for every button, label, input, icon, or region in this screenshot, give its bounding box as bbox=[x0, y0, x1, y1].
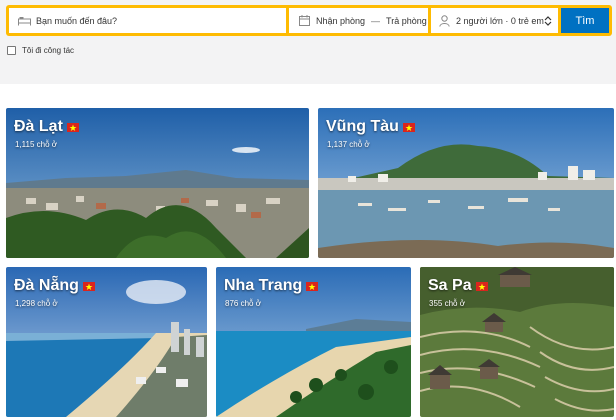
bed-icon bbox=[17, 14, 31, 28]
vietnam-flag-icon bbox=[475, 281, 488, 291]
work-trip-checkbox[interactable] bbox=[7, 46, 16, 55]
search-bar: Bạn muốn đến đâu? Nhận phòng — Trả phòng… bbox=[6, 5, 612, 36]
work-trip-option[interactable]: Tôi đi công tác bbox=[7, 46, 74, 55]
vietnam-flag-icon bbox=[306, 281, 319, 291]
dates-separator: — bbox=[371, 15, 381, 26]
destination-placeholder: Bạn muốn đến đâu? bbox=[36, 15, 118, 26]
guests-field[interactable]: 2 người lớn · 0 trẻ em bbox=[431, 8, 558, 33]
destination-field[interactable]: Bạn muốn đến đâu? bbox=[9, 8, 286, 33]
checkin-label: Nhận phòng bbox=[316, 15, 366, 26]
destination-card-sa-pa[interactable]: Sa Pa 355 chỗ ở bbox=[420, 267, 614, 417]
destination-name: Sa Pa bbox=[428, 277, 488, 295]
property-count: 1,298 chỗ ở bbox=[15, 299, 58, 308]
destination-name: Nha Trang bbox=[224, 277, 319, 295]
calendar-icon bbox=[297, 14, 311, 28]
dates-field[interactable]: Nhận phòng — Trả phòng bbox=[289, 8, 428, 33]
vietnam-flag-icon bbox=[66, 122, 79, 132]
property-count: 1,115 chỗ ở bbox=[15, 140, 58, 149]
destination-card-da-lat[interactable]: Đà Lạt 1,115 chỗ ở bbox=[6, 108, 309, 258]
checkout-label: Trả phòng bbox=[386, 15, 427, 26]
property-count: 355 chỗ ở bbox=[429, 299, 465, 308]
vietnam-flag-icon bbox=[82, 281, 95, 291]
destination-card-vung-tau[interactable]: Vũng Tàu 1,137 chỗ ở bbox=[318, 108, 614, 258]
destination-card-nha-trang[interactable]: Nha Trang 876 chỗ ở bbox=[216, 267, 411, 417]
vietnam-flag-icon bbox=[402, 122, 415, 132]
property-count: 876 chỗ ở bbox=[225, 299, 261, 308]
person-icon bbox=[437, 14, 451, 28]
destination-name: Vũng Tàu bbox=[326, 118, 415, 136]
search-button[interactable]: Tìm bbox=[561, 8, 609, 33]
destination-name: Đà Lạt bbox=[14, 118, 79, 136]
destination-card-da-nang[interactable]: Đà Nẵng 1,298 chỗ ở bbox=[6, 267, 207, 417]
chevron-updown-icon bbox=[544, 16, 552, 26]
destination-name: Đà Nẵng bbox=[14, 277, 95, 295]
property-count: 1,137 chỗ ở bbox=[327, 140, 370, 149]
search-area: Bạn muốn đến đâu? Nhận phòng — Trả phòng… bbox=[0, 0, 616, 84]
guests-value: 2 người lớn · 0 trẻ em bbox=[456, 15, 544, 26]
work-trip-label: Tôi đi công tác bbox=[22, 46, 75, 55]
